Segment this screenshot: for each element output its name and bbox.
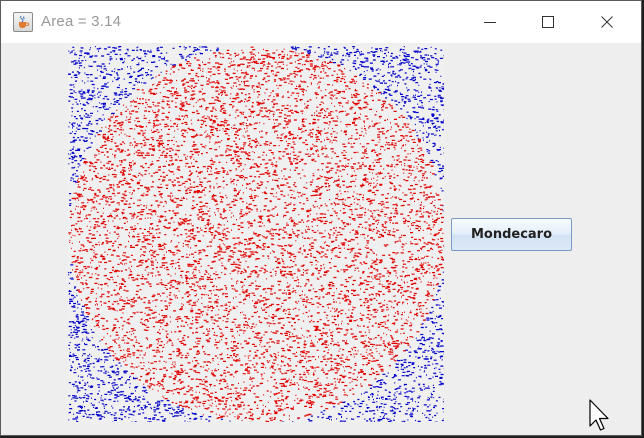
java-cup-icon [13,12,33,32]
mondecaro-button[interactable]: Mondecaro [451,218,572,251]
title-bar[interactable]: Area = 3.14 [1,1,641,43]
maximize-button[interactable] [525,1,571,43]
scatter-plot [68,46,444,422]
maximize-icon [542,16,554,28]
window-title: Area = 3.14 [41,13,122,30]
monte-carlo-canvas [68,46,444,422]
minimize-button[interactable] [467,1,513,43]
close-button[interactable] [584,1,630,43]
minimize-icon [484,22,496,23]
app-window: Area = 3.14 Mondecaro [0,0,642,436]
inside-points [68,46,444,422]
close-icon [601,16,613,28]
mouse-pointer-icon [589,399,609,431]
